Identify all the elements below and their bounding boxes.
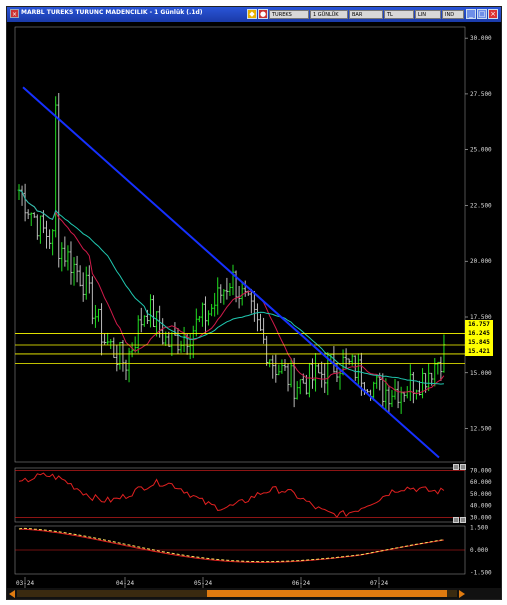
price-axis-label: 15.000	[470, 370, 492, 377]
panel-settings-icon[interactable]	[453, 464, 459, 470]
chart-window: × MARBL TUREKS TURUNC MADENCILIK - 1 Gün…	[6, 6, 502, 600]
price-flag-2: 16.245	[465, 329, 493, 338]
panel-close-icon[interactable]	[460, 517, 466, 523]
price-axis-label: 12.500	[470, 426, 492, 433]
lock-icon[interactable]: ◆	[247, 9, 257, 19]
price-axis-label: 25.000	[470, 147, 492, 154]
period-field[interactable]: 1 GÜNLÜK	[310, 10, 348, 19]
date-label: 07-24	[370, 580, 388, 587]
trendline	[22, 86, 440, 459]
horizontal-scrollbar[interactable]	[17, 590, 457, 597]
chart-type-field[interactable]: BAR	[349, 10, 383, 19]
symbol-field[interactable]: TUREKS	[269, 10, 309, 19]
minimize-icon[interactable]: _	[466, 9, 476, 19]
date-label: 04-24	[116, 580, 134, 587]
rsi-axis-label: 70.000	[470, 467, 492, 474]
rsi-axis-label: 30.000	[470, 514, 492, 521]
indicator-field[interactable]: IND	[442, 10, 464, 19]
scrollbar-thumb[interactable]	[207, 590, 447, 597]
scrollbar-area	[7, 588, 501, 599]
macd-signal-line	[18, 527, 444, 563]
macd-axis-label: 1.500	[470, 525, 488, 532]
date-label: 03-24	[16, 580, 34, 587]
price-plot-frame	[14, 26, 466, 463]
macd-panel	[14, 525, 466, 575]
rsi-axis-label: 40.000	[470, 503, 492, 510]
price-panel	[14, 26, 466, 463]
macd-axis-label: 0.000	[470, 547, 488, 554]
scale-field[interactable]: LIN	[415, 10, 441, 19]
date-label: 06-24	[292, 580, 310, 587]
rsi-line	[18, 472, 445, 519]
rsi-axis-label: 60.000	[470, 479, 492, 486]
chart-area[interactable]: 30.00027.50025.00022.50020.00017.50015.0…	[7, 22, 501, 588]
price-axis-label: 20.000	[470, 258, 492, 265]
currency-field[interactable]: TL	[384, 10, 414, 19]
macd-axis-label: -1.500	[470, 570, 492, 577]
macd-line	[18, 528, 444, 563]
title-bar[interactable]: × MARBL TUREKS TURUNC MADENCILIK - 1 Gün…	[7, 7, 501, 22]
panel-settings-icon[interactable]	[453, 517, 459, 523]
rsi-plot-frame	[14, 467, 466, 523]
scroll-right-icon[interactable]	[459, 590, 465, 598]
record-icon[interactable]: ●	[258, 9, 268, 19]
price-flag-4: 15.421	[465, 347, 493, 356]
rsi-panel	[14, 467, 466, 523]
price-axis-label: 30.000	[470, 35, 492, 42]
date-label: 05-24	[194, 580, 212, 587]
price-axis-label: 22.500	[470, 202, 492, 209]
rsi-axis-label: 50.000	[470, 491, 492, 498]
window-title: MARBL TUREKS TURUNC MADENCILIK - 1 Günlü…	[21, 9, 203, 16]
price-flag-1: 16.757	[465, 320, 493, 329]
scroll-left-icon[interactable]	[9, 590, 15, 598]
maximize-icon[interactable]: □	[477, 9, 487, 19]
price-axis-label: 27.500	[470, 91, 492, 98]
app-icon: ×	[10, 9, 19, 18]
close-icon[interactable]: ×	[488, 9, 498, 19]
panel-close-icon[interactable]	[460, 464, 466, 470]
price-flag-3: 15.845	[465, 338, 493, 347]
